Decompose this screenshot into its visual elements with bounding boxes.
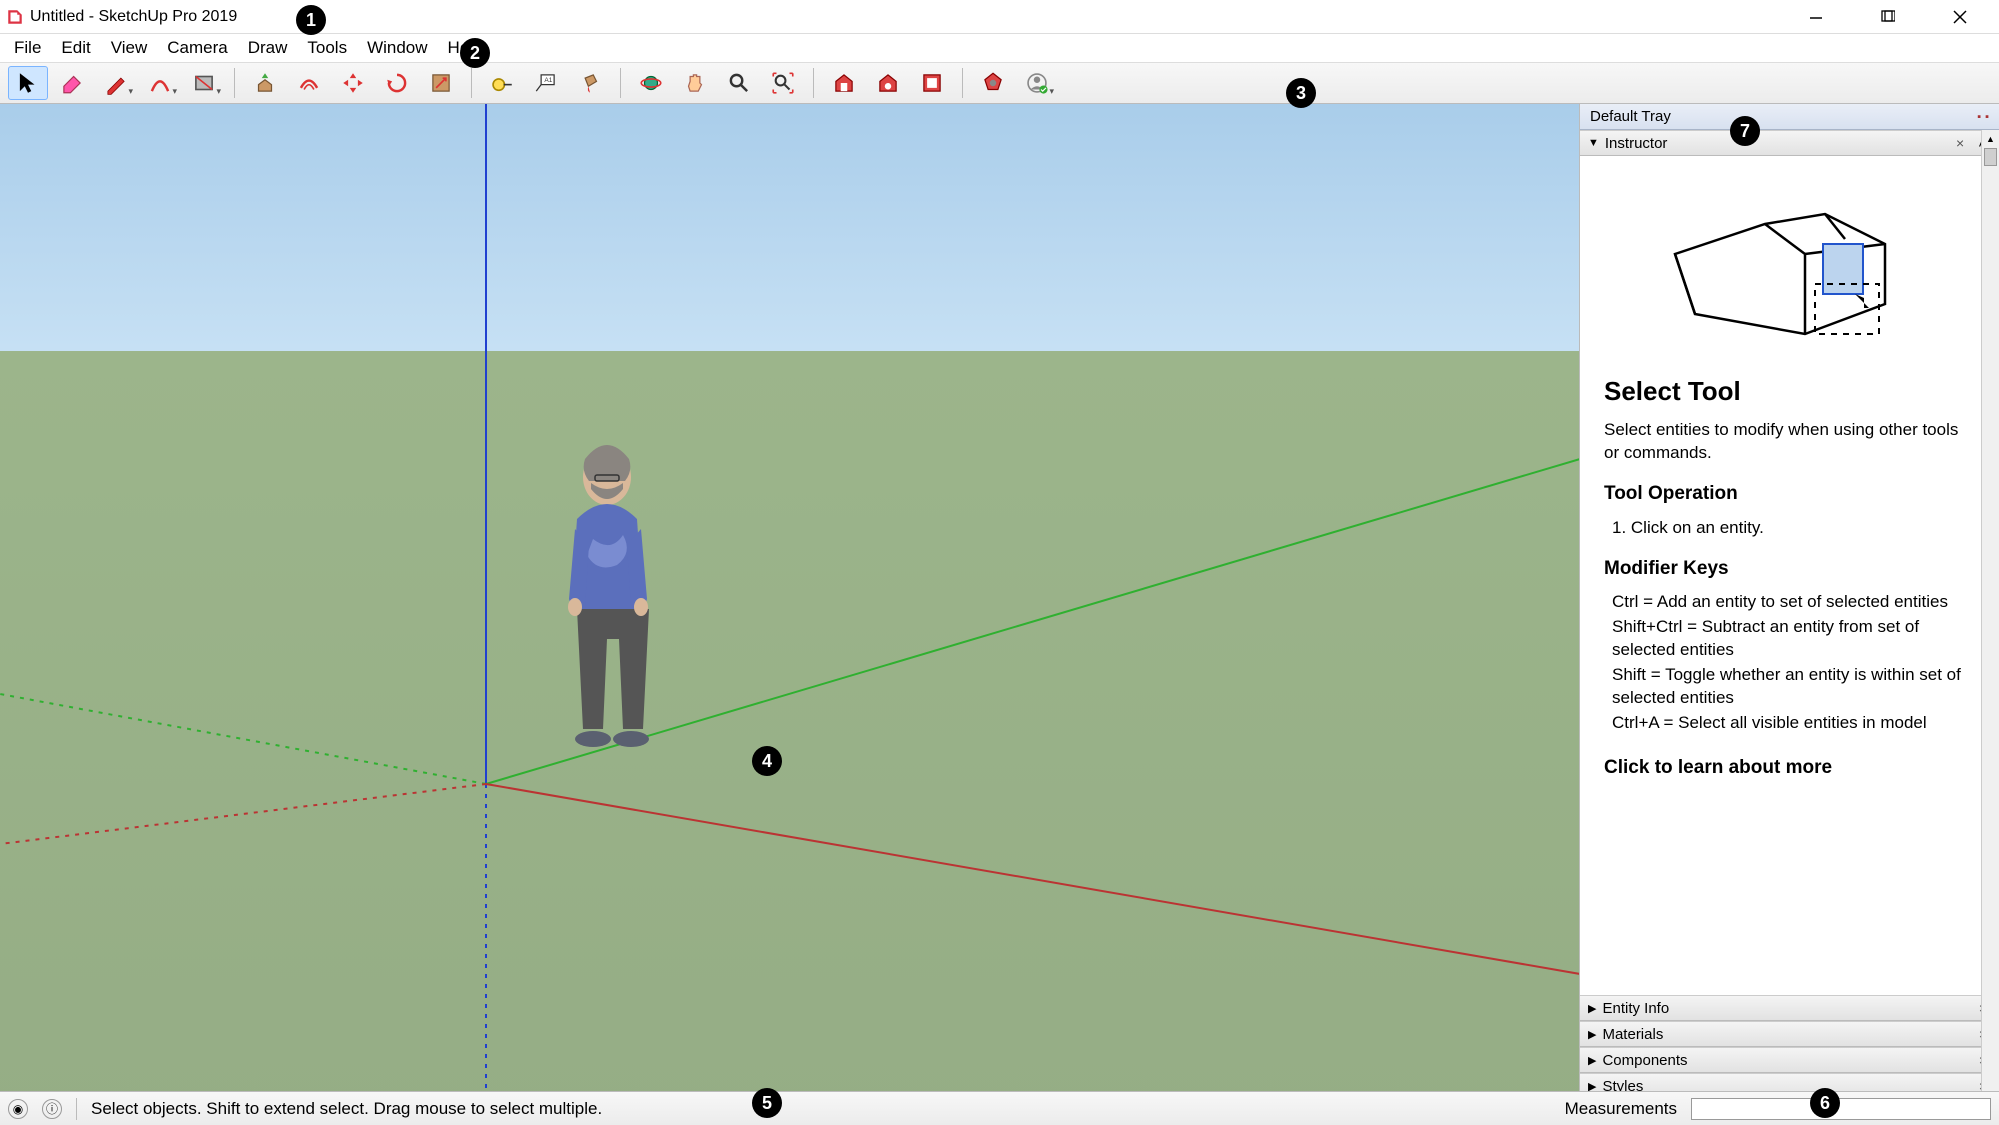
instructor-title: Select Tool — [1604, 374, 1965, 409]
line-tool[interactable] — [96, 66, 136, 100]
panel-instructor-label: Instructor — [1605, 135, 1668, 152]
scale-figure — [545, 439, 685, 779]
maximize-button[interactable] — [1865, 2, 1911, 32]
viewport-3d[interactable] — [0, 104, 1579, 1125]
geo-location-icon[interactable]: ◉ — [8, 1099, 28, 1119]
move-tool[interactable] — [333, 66, 373, 100]
offset-tool[interactable] — [289, 66, 329, 100]
paint-bucket-tool[interactable] — [570, 66, 610, 100]
panel-entity-info-header[interactable]: ▶ Entity Info × — [1580, 995, 1999, 1021]
tray-pin-icon[interactable]: ▪ — [1977, 111, 1981, 123]
callout-5: 5 — [752, 1088, 782, 1118]
instructor-op-title: Tool Operation — [1604, 481, 1965, 507]
modifier-ctrl: Ctrl = Add an entity to set of selected … — [1612, 591, 1965, 614]
callout-6: 6 — [1810, 1088, 1840, 1118]
svg-text:A1: A1 — [544, 77, 552, 84]
measurements-label: Measurements — [1565, 1099, 1677, 1119]
close-button[interactable] — [1937, 2, 1983, 32]
panel-instructor-header[interactable]: ▼ Instructor × ˄ — [1580, 130, 1999, 156]
default-tray: Default Tray ▪ ▪ ▼ Instructor × ˄ — [1579, 104, 1999, 1125]
orbit-tool[interactable] — [631, 66, 671, 100]
instructor-mod-title: Modifier Keys — [1604, 556, 1965, 582]
rotate-tool[interactable] — [377, 66, 417, 100]
tray-scrollbar[interactable]: ▼ ▲ — [1981, 130, 1999, 1125]
tray-title: Default Tray — [1590, 108, 1671, 125]
tray-close-icon[interactable]: ▪ — [1985, 111, 1989, 123]
rectangle-tool[interactable] — [184, 66, 224, 100]
toolbar: A1 — [0, 62, 1999, 104]
menu-tools[interactable]: Tools — [297, 36, 357, 60]
credits-icon[interactable]: ⓘ — [42, 1099, 62, 1119]
text-tool[interactable]: A1 — [526, 66, 566, 100]
panel-label: Entity Info — [1602, 1000, 1669, 1017]
eraser-tool[interactable] — [52, 66, 92, 100]
modifier-ctrl-a: Ctrl+A = Select all visible entities in … — [1612, 712, 1965, 735]
panel-label: Materials — [1602, 1026, 1663, 1043]
zoom-tool[interactable] — [719, 66, 759, 100]
axes — [0, 104, 1579, 1125]
status-hint: Select objects. Shift to extend select. … — [91, 1099, 602, 1119]
panel-label: Components — [1602, 1052, 1687, 1069]
user-account-tool[interactable] — [1017, 66, 1057, 100]
scale-tool[interactable] — [421, 66, 461, 100]
app-icon — [6, 8, 24, 26]
statusbar: ◉ ⓘ Select objects. Shift to extend sele… — [0, 1091, 1999, 1125]
menu-file[interactable]: File — [4, 36, 51, 60]
instructor-learn-more[interactable]: Click to learn about more — [1604, 755, 1965, 781]
tape-measure-tool[interactable] — [482, 66, 522, 100]
instructor-panel: Select Tool Select entities to modify wh… — [1580, 156, 1999, 995]
extension-manager-tool[interactable] — [973, 66, 1013, 100]
callout-7: 7 — [1730, 116, 1760, 146]
chevron-right-icon: ▶ — [1588, 1002, 1596, 1015]
instructor-desc: Select entities to modify when using oth… — [1604, 419, 1965, 465]
measurements-input[interactable] — [1691, 1098, 1991, 1120]
panel-components-header[interactable]: ▶ Components × — [1580, 1047, 1999, 1073]
modifier-shift: Shift = Toggle whether an entity is with… — [1612, 664, 1965, 710]
callout-4: 4 — [752, 746, 782, 776]
3d-warehouse-tool[interactable] — [824, 66, 864, 100]
panel-materials-header[interactable]: ▶ Materials × — [1580, 1021, 1999, 1047]
menu-camera[interactable]: Camera — [157, 36, 237, 60]
panel-close-icon[interactable]: × — [1952, 135, 1968, 151]
zoom-extents-tool[interactable] — [763, 66, 803, 100]
chevron-right-icon: ▶ — [1588, 1054, 1596, 1067]
instructor-illustration — [1655, 184, 1915, 354]
menubar: FileEditViewCameraDrawToolsWindowHelp — [0, 34, 1999, 62]
menu-edit[interactable]: Edit — [51, 36, 100, 60]
arc-tool[interactable] — [140, 66, 180, 100]
menu-draw[interactable]: Draw — [238, 36, 298, 60]
select-tool[interactable] — [8, 66, 48, 100]
extension-warehouse-tool[interactable] — [868, 66, 908, 100]
push-pull-tool[interactable] — [245, 66, 285, 100]
chevron-right-icon: ▶ — [1588, 1028, 1596, 1041]
instructor-op: 1. Click on an entity. — [1604, 517, 1965, 540]
pan-tool[interactable] — [675, 66, 715, 100]
menu-window[interactable]: Window — [357, 36, 437, 60]
callout-1: 1 — [296, 5, 326, 35]
menu-view[interactable]: View — [101, 36, 158, 60]
window-title: Untitled - SketchUp Pro 2019 — [30, 8, 237, 26]
chevron-down-icon: ▼ — [1588, 137, 1599, 149]
layout-tool[interactable] — [912, 66, 952, 100]
tray-header[interactable]: Default Tray ▪ ▪ — [1580, 104, 1999, 130]
minimize-button[interactable] — [1793, 2, 1839, 32]
modifier-shift-ctrl: Shift+Ctrl = Subtract an entity from set… — [1612, 616, 1965, 662]
callout-2: 2 — [460, 38, 490, 68]
callout-3: 3 — [1286, 78, 1316, 108]
